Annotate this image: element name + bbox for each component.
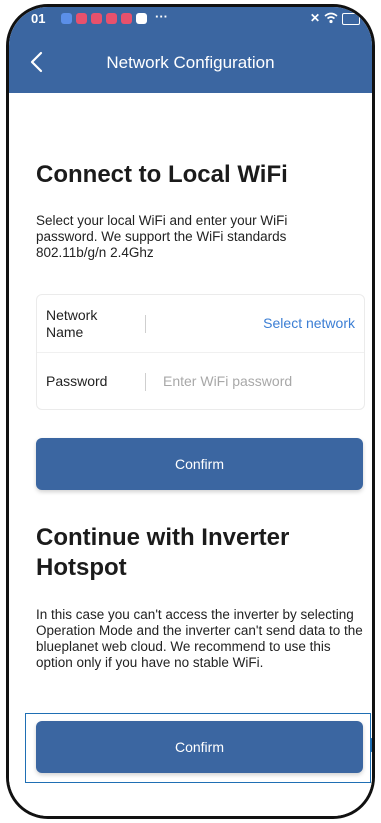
field-divider <box>145 315 146 333</box>
top-app-bar: Network Configuration <box>9 33 372 93</box>
callout-pointer <box>370 738 372 752</box>
field-divider <box>145 373 146 391</box>
network-name-row: Network Name Select network <box>37 295 364 352</box>
notification-icon <box>106 13 117 24</box>
select-network-link[interactable]: Select network <box>263 315 355 331</box>
page-title: Network Configuration <box>106 53 275 72</box>
confirm-hotspot-button[interactable]: Confirm <box>36 721 363 773</box>
notification-icon <box>136 13 147 24</box>
confirm-wifi-button[interactable]: Confirm <box>36 438 363 490</box>
phone-frame: 01 ··· ✕ Network Configuration Connect t… <box>6 4 375 819</box>
notification-icon <box>76 13 87 24</box>
notification-icons <box>61 13 147 24</box>
mute-icon: ✕ <box>309 11 320 25</box>
status-time: 01 <box>31 11 46 26</box>
main-content: Connect to Local WiFi Select your local … <box>9 93 372 816</box>
notification-icon <box>91 13 102 24</box>
more-notifications-indicator: ··· <box>155 9 168 24</box>
hotspot-heading: Continue with Inverter Hotspot <box>36 524 290 581</box>
battery-icon <box>342 13 360 25</box>
local-wifi-heading: Connect to Local WiFi <box>36 161 288 188</box>
local-wifi-description: Select your local WiFi and enter your Wi… <box>36 213 288 260</box>
password-label: Password <box>46 373 108 389</box>
system-icons: ✕ <box>310 11 360 25</box>
status-bar: 01 ··· ✕ <box>9 7 372 33</box>
wifi-icon <box>324 12 338 24</box>
hotspot-description: In this case you can't access the invert… <box>36 607 363 670</box>
notification-icon <box>61 13 72 24</box>
network-name-label: Network Name <box>46 307 98 340</box>
password-input[interactable] <box>163 367 353 395</box>
wifi-form-card: Network Name Select network Password <box>36 294 365 410</box>
notification-icon <box>121 13 132 24</box>
password-row: Password <box>37 352 364 410</box>
